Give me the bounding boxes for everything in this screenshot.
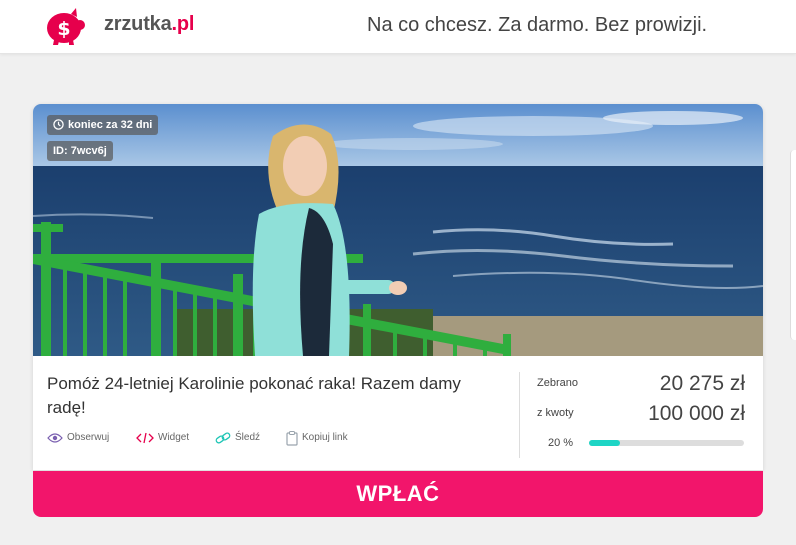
donate-button[interactable]: WPŁAĆ <box>33 471 763 517</box>
copy-link-label: Kopiuj link <box>302 432 348 443</box>
stats-divider <box>519 372 520 458</box>
goal-amount: 100 000 zł <box>648 402 745 425</box>
logo-name: zrzutka <box>104 13 172 35</box>
copy-link-action[interactable]: Kopiuj link <box>286 430 348 447</box>
clipboard-icon <box>286 430 298 446</box>
eye-icon <box>47 433 63 443</box>
logo-wordmark[interactable]: zrzutka.pl <box>104 13 194 36</box>
campaign-title[interactable]: Pomóż 24-letniej Karolinie pokonać raka!… <box>47 372 497 420</box>
follow-action[interactable]: Obserwuj <box>47 430 109 447</box>
goal-label: z kwoty <box>537 407 574 419</box>
progress-bar <box>589 440 744 446</box>
campaign-photo[interactable] <box>33 104 763 356</box>
widget-label: Widget <box>158 432 190 443</box>
site-header: $ zrzutka.pl Na co chcesz. Za darmo. Bez… <box>0 0 796 54</box>
follow-label: Obserwuj <box>67 432 110 443</box>
widget-action[interactable]: Widget <box>136 430 189 447</box>
collected-label: Zebrano <box>537 377 578 389</box>
tagline: Na co chcesz. Za darmo. Bez prowizji. <box>367 14 708 36</box>
collected-amount: 20 275 zł <box>659 372 745 395</box>
campaign-id-badge: ID: 7wcv6j <box>47 141 113 161</box>
progress-bar-fill <box>589 440 620 446</box>
piggy-bank-logo-icon[interactable]: $ <box>44 6 88 46</box>
code-icon <box>136 432 154 444</box>
clock-icon <box>53 119 64 130</box>
campaign-card: koniec za 32 dni ID: 7wcv6j Pomóż 24-let… <box>33 104 763 470</box>
time-left-text: koniec za 32 dni <box>68 119 153 131</box>
side-panel-edge <box>790 150 796 340</box>
time-left-badge: koniec za 32 dni <box>47 115 159 135</box>
logo-tld: .pl <box>171 13 195 35</box>
track-label: Śledź <box>235 432 261 443</box>
link-icon <box>215 432 231 444</box>
progress-percent: 20 % <box>548 437 574 449</box>
track-action[interactable]: Śledź <box>215 430 260 447</box>
svg-text:$: $ <box>57 18 70 40</box>
